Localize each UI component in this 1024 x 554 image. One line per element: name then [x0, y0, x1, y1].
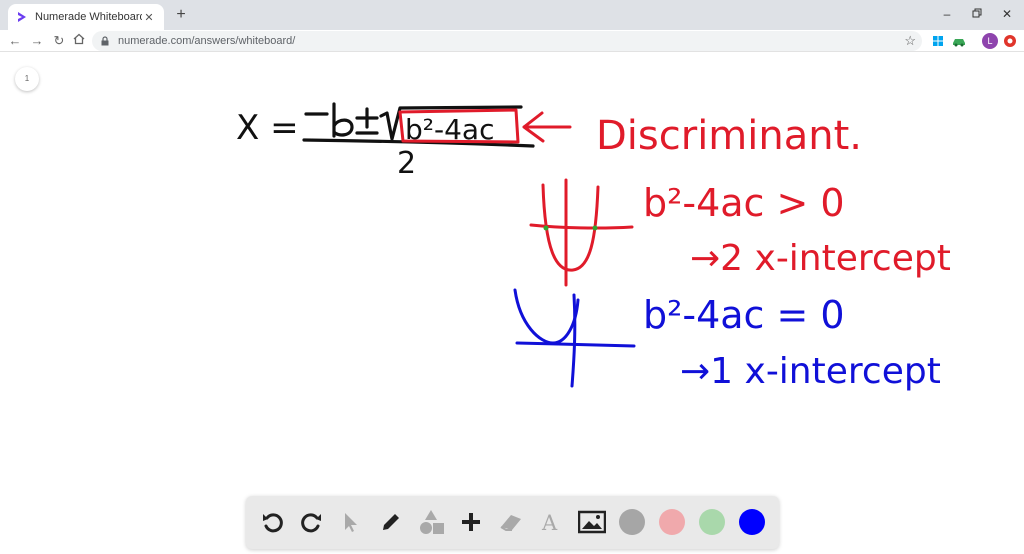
whiteboard-canvas[interactable]: X = b²-4ac 2 Discriminant. b²-4ac > 0 →2…	[0, 53, 1024, 554]
redo-button[interactable]	[298, 508, 326, 536]
pen-icon	[383, 514, 399, 530]
pen-tool-button[interactable]	[377, 508, 405, 536]
restore-icon	[972, 8, 982, 18]
lock-icon	[101, 36, 109, 46]
tab-close-icon[interactable]: ✕	[142, 11, 156, 24]
x-intercept-point-left	[543, 225, 549, 231]
undo-button[interactable]	[258, 508, 286, 536]
undo-icon	[263, 513, 283, 533]
browser-tab-strip: Numerade Whiteboard ✕ + – ✕	[0, 0, 1024, 30]
home-icon	[73, 33, 85, 45]
eraser-tool-button[interactable]	[497, 508, 525, 536]
windows-extension-icon[interactable]	[930, 33, 946, 49]
color-swatch-gray[interactable]	[619, 509, 645, 535]
home-button[interactable]	[70, 32, 88, 50]
shapes-tool-button[interactable]	[418, 508, 446, 536]
back-button[interactable]: ←	[6, 32, 24, 50]
plus-minus-sign	[355, 107, 379, 135]
pointer-icon	[345, 513, 357, 532]
positive-case: b²-4ac > 0 →2 x-intercept	[529, 178, 951, 287]
color-swatch-blue[interactable]	[739, 509, 765, 535]
forward-button[interactable]: →	[28, 32, 46, 50]
tab-title: Numerade Whiteboard	[35, 11, 142, 23]
zero-result: →1 x-intercept	[680, 351, 941, 392]
shapes-icon	[420, 510, 444, 534]
close-window-button[interactable]: ✕	[992, 4, 1022, 24]
profile-avatar[interactable]: L	[982, 33, 998, 49]
positive-condition: b²-4ac > 0	[643, 181, 845, 225]
color-swatch-pink[interactable]	[659, 509, 685, 535]
add-button[interactable]	[457, 508, 485, 536]
formula-denominator: 2	[397, 146, 416, 181]
bookmark-star-icon[interactable]: ☆	[904, 33, 916, 49]
pointer-tool-button[interactable]	[336, 508, 364, 536]
whiteboard-toolbar: A	[246, 496, 779, 549]
formula-lhs: X =	[236, 108, 299, 148]
discriminant-label: Discriminant.	[596, 113, 862, 159]
add-icon	[462, 513, 480, 531]
image-icon	[578, 510, 606, 534]
x-intercept-point-right	[592, 225, 598, 231]
image-tool-button[interactable]	[578, 508, 606, 536]
b-letter	[332, 102, 354, 138]
positive-result: →2 x-intercept	[690, 238, 951, 279]
car-extension-icon[interactable]	[951, 33, 967, 49]
discriminant-arrow	[522, 111, 572, 143]
text-icon: A	[541, 511, 558, 534]
eraser-icon	[500, 515, 521, 531]
address-bar[interactable]: numerade.com/answers/whiteboard/ ☆	[92, 31, 922, 51]
new-tab-button[interactable]: +	[172, 6, 190, 24]
color-swatch-green[interactable]	[699, 509, 725, 535]
numerade-logo-icon	[18, 12, 26, 22]
reload-button[interactable]: ↻	[50, 32, 68, 50]
url-text: numerade.com/answers/whiteboard/	[118, 35, 296, 47]
browser-toolbar: ← → ↻ numerade.com/answers/whiteboard/ ☆…	[0, 30, 1024, 52]
text-tool-button[interactable]: A	[537, 508, 565, 536]
extension-badge-icon[interactable]	[1002, 33, 1018, 49]
zero-graph-x-axis	[515, 341, 636, 348]
zero-condition: b²-4ac = 0	[643, 293, 845, 337]
redo-icon	[301, 513, 321, 533]
maximize-button[interactable]	[962, 4, 992, 24]
browser-tab[interactable]: Numerade Whiteboard ✕	[8, 4, 164, 30]
zero-graph-y-axis	[570, 293, 577, 388]
svg-text:A: A	[541, 511, 558, 534]
zero-case: b²-4ac = 0 →1 x-intercept	[513, 288, 941, 392]
minimize-button[interactable]: –	[932, 4, 962, 24]
tangent-parabola	[513, 288, 580, 345]
